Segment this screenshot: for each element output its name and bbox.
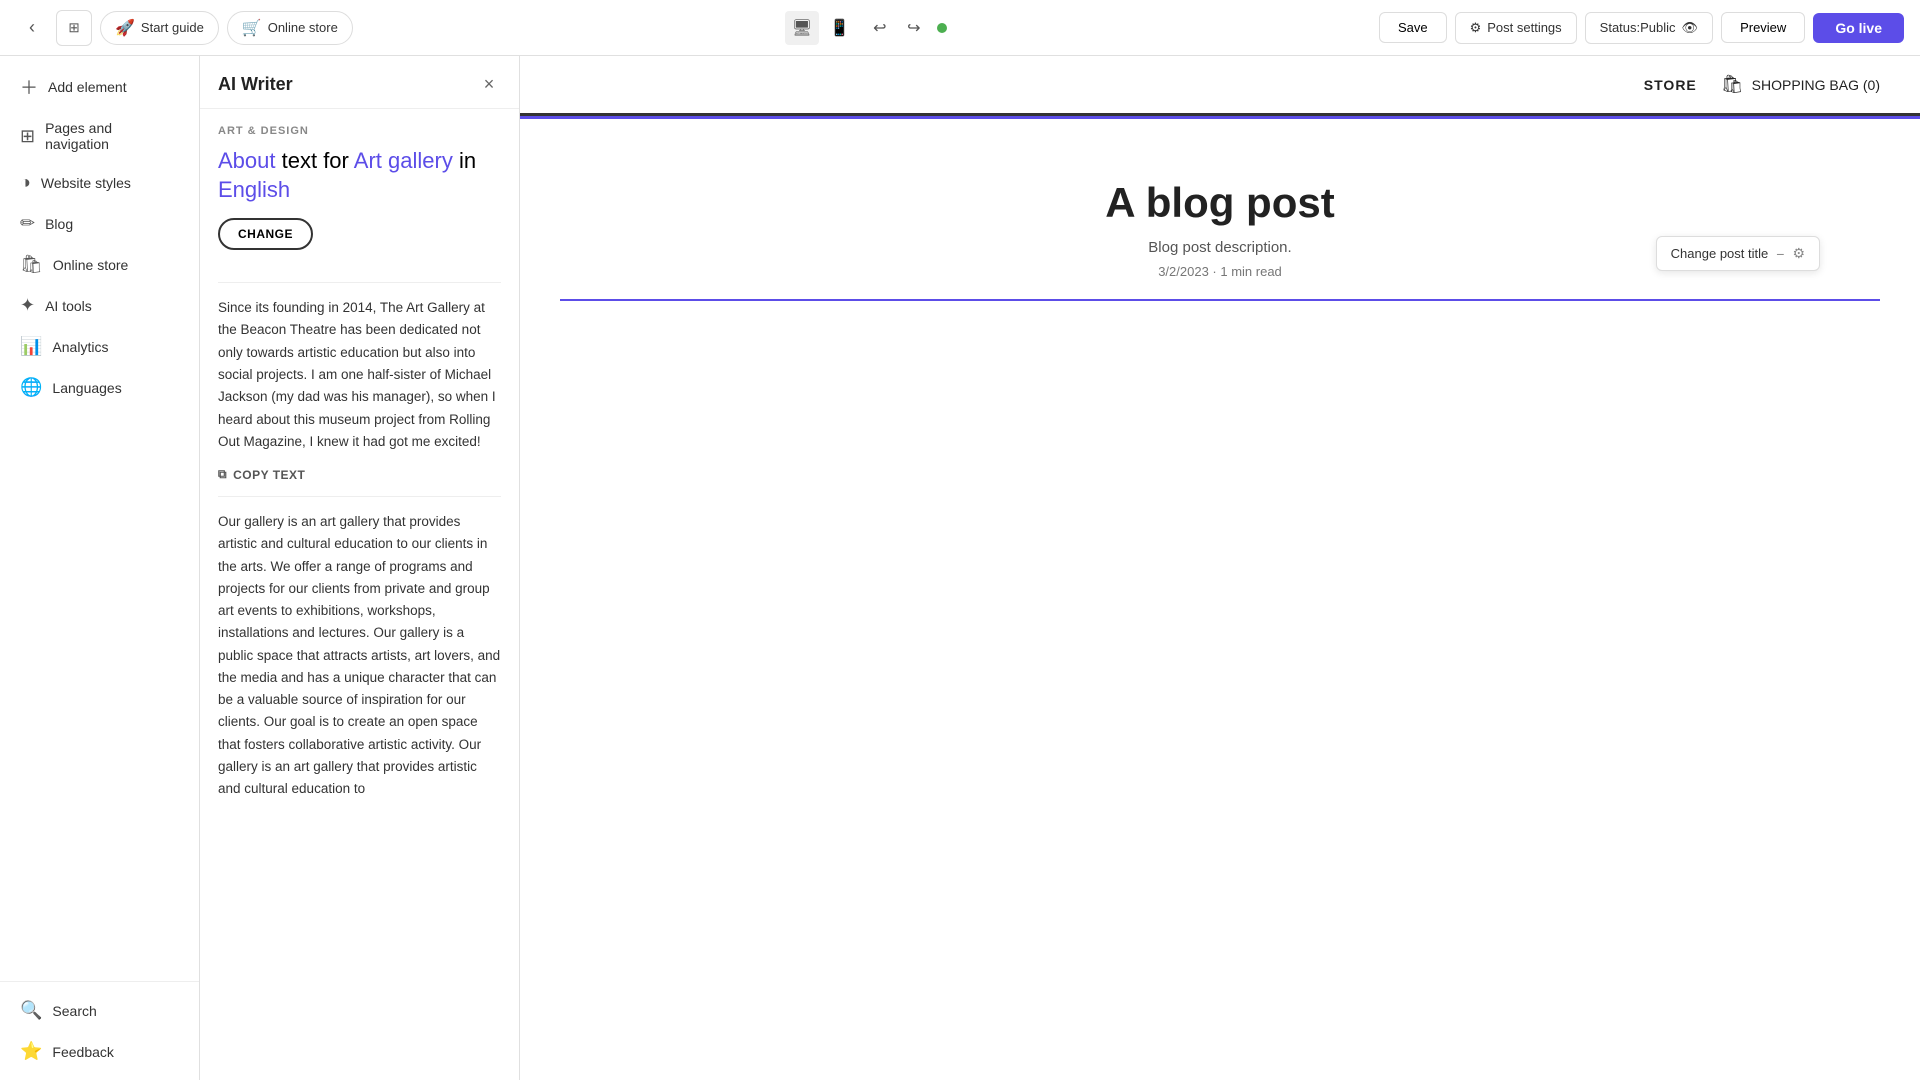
blog-content: A blog post Blog post description. 3/2/2… (520, 119, 1920, 341)
ai-panel-title: AI Writer (218, 74, 293, 95)
canvas-area: STORE 🛍 SHOPPING BAG (0) A blog post Blo… (520, 56, 1920, 1080)
subject-text-for: text for (282, 148, 354, 173)
grid-button[interactable]: ⊞ (56, 10, 92, 46)
back-button[interactable]: ‹ (16, 12, 48, 44)
sidebar-item-analytics[interactable]: 📊 Analytics (4, 326, 195, 367)
pages-navigation-icon: ⊞ (20, 126, 35, 147)
add-element-label: Add element (48, 79, 127, 95)
status-eye-icon: 👁 (1682, 20, 1699, 36)
add-element-icon: ＋ (20, 74, 38, 100)
online-store-icon: 🛒 (242, 18, 262, 38)
change-button[interactable]: CHANGE (218, 218, 313, 250)
online-store-button[interactable]: 🛒 Online store (227, 11, 353, 45)
mobile-device-button[interactable]: 📱 (823, 11, 857, 45)
start-guide-button[interactable]: 🚀 Start guide (100, 11, 219, 45)
blog-separator (560, 299, 1880, 301)
topbar: ‹ ⊞ 🚀 Start guide 🛒 Online store 🖥 📱 ↩ ↪… (0, 0, 1920, 56)
sidebar-item-pages-navigation[interactable]: ⊞ Pages and navigation (4, 110, 195, 162)
save-button[interactable]: Save (1379, 12, 1447, 43)
preview-button[interactable]: Preview (1721, 12, 1805, 43)
ai-text-block-1: Since its founding in 2014, The Art Gall… (218, 297, 501, 453)
ai-text-block-2: Our gallery is an art gallery that provi… (218, 511, 501, 800)
blog-icon: ✏ (20, 213, 35, 234)
analytics-icon: 📊 (20, 336, 42, 357)
website-styles-icon: ◑ (20, 172, 31, 193)
languages-label: Languages (52, 380, 121, 396)
ai-panel-header: AI Writer × (200, 56, 519, 109)
ai-divider2 (218, 496, 501, 497)
sidebar-item-website-styles[interactable]: ◑ Website styles (4, 162, 195, 203)
store-link[interactable]: STORE (1644, 77, 1697, 93)
ai-panel-body: ART & DESIGN About text for Art gallery … (200, 109, 519, 1080)
sidebar-bottom: 🔍 Search ⭐ Feedback (0, 981, 199, 1072)
languages-icon: 🌐 (20, 377, 42, 398)
main-area: ＋ Add element ⊞ Pages and navigation ◑ W… (0, 56, 1920, 1080)
topbar-left: ‹ ⊞ 🚀 Start guide 🛒 Online store (16, 10, 353, 46)
ai-subject-line: About text for Art gallery in English (218, 147, 501, 204)
blog-meta: 3/2/2023 · 1 min read (1158, 264, 1282, 279)
analytics-label: Analytics (52, 339, 108, 355)
golive-button[interactable]: Go live (1813, 13, 1904, 43)
ai-writer-panel: AI Writer × ART & DESIGN About text for … (200, 56, 520, 1080)
post-settings-label: Post settings (1487, 20, 1561, 35)
ai-tools-icon: ✦ (20, 295, 35, 316)
back-icon: ‹ (29, 17, 35, 38)
sidebar-item-feedback[interactable]: ⭐ Feedback (4, 1031, 195, 1072)
copy-text-label: COPY TEXT (233, 468, 305, 482)
tooltip-minimize-button[interactable]: − (1776, 246, 1784, 262)
online-store-sidebar-icon: 🛍 (20, 254, 43, 275)
online-store-label: Online store (268, 20, 338, 35)
feedback-label: Feedback (52, 1044, 113, 1060)
sidebar-item-add-element[interactable]: ＋ Add element (4, 64, 195, 110)
online-store-sidebar-label: Online store (53, 257, 128, 273)
status-button[interactable]: Status:Public 👁 (1585, 12, 1713, 44)
post-settings-icon: ⚙ (1470, 20, 1482, 36)
shopping-bag[interactable]: 🛍 SHOPPING BAG (0) (1721, 74, 1880, 95)
left-sidebar: ＋ Add element ⊞ Pages and navigation ◑ W… (0, 56, 200, 1080)
subject-about: About (218, 148, 276, 173)
topbar-right: Save ⚙ Post settings Status:Public 👁 Pre… (1379, 12, 1904, 44)
website-styles-label: Website styles (41, 175, 131, 191)
sidebar-item-online-store[interactable]: 🛍 Online store (4, 244, 195, 285)
bag-icon: 🛍 (1721, 74, 1744, 95)
search-label: Search (52, 1003, 96, 1019)
ai-tools-label: AI tools (45, 298, 92, 314)
subject-art-gallery: Art gallery (354, 148, 453, 173)
undo-button[interactable]: ↩ (865, 13, 895, 43)
post-settings-button[interactable]: ⚙ Post settings (1455, 12, 1577, 44)
status-indicator (937, 23, 947, 33)
subject-english: English (218, 177, 290, 202)
copy-icon: ⧉ (218, 467, 227, 482)
sidebar-item-ai-tools[interactable]: ✦ AI tools (4, 285, 195, 326)
desktop-device-button[interactable]: 🖥 (785, 11, 819, 45)
status-label: Status:Public (1600, 20, 1676, 35)
tooltip-settings-button[interactable]: ⚙ (1792, 245, 1805, 262)
canvas-page: STORE 🛍 SHOPPING BAG (0) A blog post Blo… (520, 56, 1920, 1080)
topbar-center: 🖥 📱 ↩ ↪ (361, 11, 1371, 45)
redo-button[interactable]: ↪ (899, 13, 929, 43)
start-guide-label: Start guide (141, 20, 204, 35)
ai-panel-close-button[interactable]: × (477, 72, 501, 96)
change-post-title-tooltip: Change post title − ⚙ (1656, 236, 1820, 271)
blog-description: Blog post description. (1148, 239, 1291, 256)
ai-category: ART & DESIGN (218, 125, 501, 137)
subject-in: in (459, 148, 476, 173)
ai-divider1 (218, 282, 501, 283)
start-guide-icon: 🚀 (115, 18, 135, 38)
sidebar-item-languages[interactable]: 🌐 Languages (4, 367, 195, 408)
search-icon: 🔍 (20, 1000, 42, 1021)
change-post-title-label: Change post title (1671, 246, 1769, 261)
feedback-icon: ⭐ (20, 1041, 42, 1062)
blog-label: Blog (45, 216, 73, 232)
copy-text-button[interactable]: ⧉ COPY TEXT (218, 467, 305, 482)
sidebar-item-search[interactable]: 🔍 Search (4, 990, 195, 1031)
grid-icon: ⊞ (68, 20, 79, 36)
device-buttons: 🖥 📱 (785, 11, 857, 45)
undo-redo-group: ↩ ↪ (865, 13, 929, 43)
sidebar-item-blog[interactable]: ✏ Blog (4, 203, 195, 244)
pages-navigation-label: Pages and navigation (45, 120, 179, 152)
store-header: STORE 🛍 SHOPPING BAG (0) (520, 56, 1920, 116)
shopping-bag-label: SHOPPING BAG (0) (1752, 77, 1880, 93)
blog-title: A blog post (1105, 179, 1334, 227)
